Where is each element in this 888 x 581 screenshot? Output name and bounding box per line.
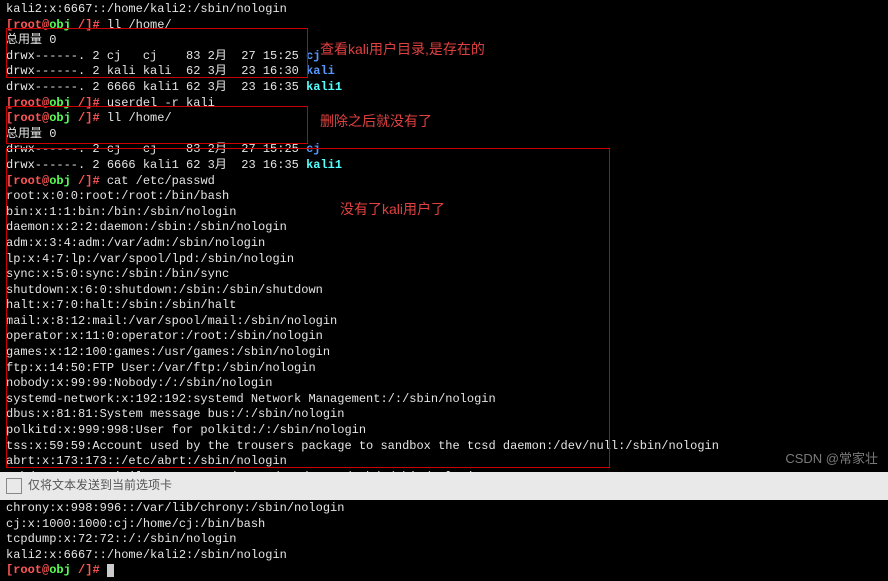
ls2-row-0: drwx------. 2 cj cj 83 2月 27 15:25 cj xyxy=(6,142,882,158)
passwd-7: halt:x:7:0:halt:/sbin:/sbin/halt xyxy=(6,298,882,314)
anno-text-2: 删除之后就没有了 xyxy=(320,112,432,130)
anno-text-3: 没有了kali用户了 xyxy=(340,200,445,218)
passwd-4: lp:x:4:7:lp:/var/spool/lpd:/sbin/nologin xyxy=(6,252,882,268)
total-2: 总用量 0 xyxy=(6,127,882,143)
passwd-14: dbus:x:81:81:System message bus:/:/sbin/… xyxy=(6,407,882,423)
cursor xyxy=(107,564,114,577)
prompt-line-1: [root@obj /]# ll /home/ xyxy=(6,18,882,34)
passwd-23: kali2:x:6667::/home/kali2:/sbin/nologin xyxy=(6,548,882,564)
passwd-6: shutdown:x:6:0:shutdown:/sbin:/sbin/shut… xyxy=(6,283,882,299)
passwd-3: adm:x:3:4:adm:/var/adm:/sbin/nologin xyxy=(6,236,882,252)
passwd-11: ftp:x:14:50:FTP User:/var/ftp:/sbin/nolo… xyxy=(6,361,882,377)
passwd-21: cj:x:1000:1000:cj:/home/cj:/bin/bash xyxy=(6,517,882,533)
passwd-2: daemon:x:2:2:daemon:/sbin:/sbin/nologin xyxy=(6,220,882,236)
ls1-row-2: drwx------. 2 6666 kali1 62 3月 23 16:35 … xyxy=(6,80,882,96)
prompt-line-4: [root@obj /]# cat /etc/passwd xyxy=(6,174,882,190)
ls1-row-1: drwx------. 2 kali kali 62 3月 23 16:30 k… xyxy=(6,64,882,80)
watermark: CSDN @常家壮 xyxy=(785,451,878,468)
passwd-22: tcpdump:x:72:72::/:/sbin/nologin xyxy=(6,532,882,548)
prompt-line-2: [root@obj /]# userdel -r kali xyxy=(6,96,882,112)
passwd-9: operator:x:11:0:operator:/root:/sbin/nol… xyxy=(6,329,882,345)
passwd-5: sync:x:5:0:sync:/sbin:/bin/sync xyxy=(6,267,882,283)
passwd-8: mail:x:8:12:mail:/var/spool/mail:/sbin/n… xyxy=(6,314,882,330)
top-line: kali2:x:6667::/home/kali2:/sbin/nologin xyxy=(6,2,882,18)
passwd-13: systemd-network:x:192:192:systemd Networ… xyxy=(6,392,882,408)
passwd-20: chrony:x:998:996::/var/lib/chrony:/sbin/… xyxy=(6,501,882,517)
prompt-line-5[interactable]: [root@obj /]# xyxy=(6,563,882,579)
statusbar-icon xyxy=(6,478,22,494)
passwd-10: games:x:12:100:games:/usr/games:/sbin/no… xyxy=(6,345,882,361)
statusbar-text: 仅将文本发送到当前选项卡 xyxy=(28,478,172,494)
ls2-row-1: drwx------. 2 6666 kali1 62 3月 23 16:35 … xyxy=(6,158,882,174)
passwd-12: nobody:x:99:99:Nobody:/:/sbin/nologin xyxy=(6,376,882,392)
passwd-15: polkitd:x:999:998:User for polkitd:/:/sb… xyxy=(6,423,882,439)
prompt-line-3: [root@obj /]# ll /home/ xyxy=(6,111,882,127)
passwd-17: abrt:x:173:173::/etc/abrt:/sbin/nologin xyxy=(6,454,882,470)
status-bar: 仅将文本发送到当前选项卡 xyxy=(0,472,888,500)
passwd-16: tss:x:59:59:Account used by the trousers… xyxy=(6,439,882,455)
anno-text-1: 查看kali用户目录,是存在的 xyxy=(320,40,485,58)
